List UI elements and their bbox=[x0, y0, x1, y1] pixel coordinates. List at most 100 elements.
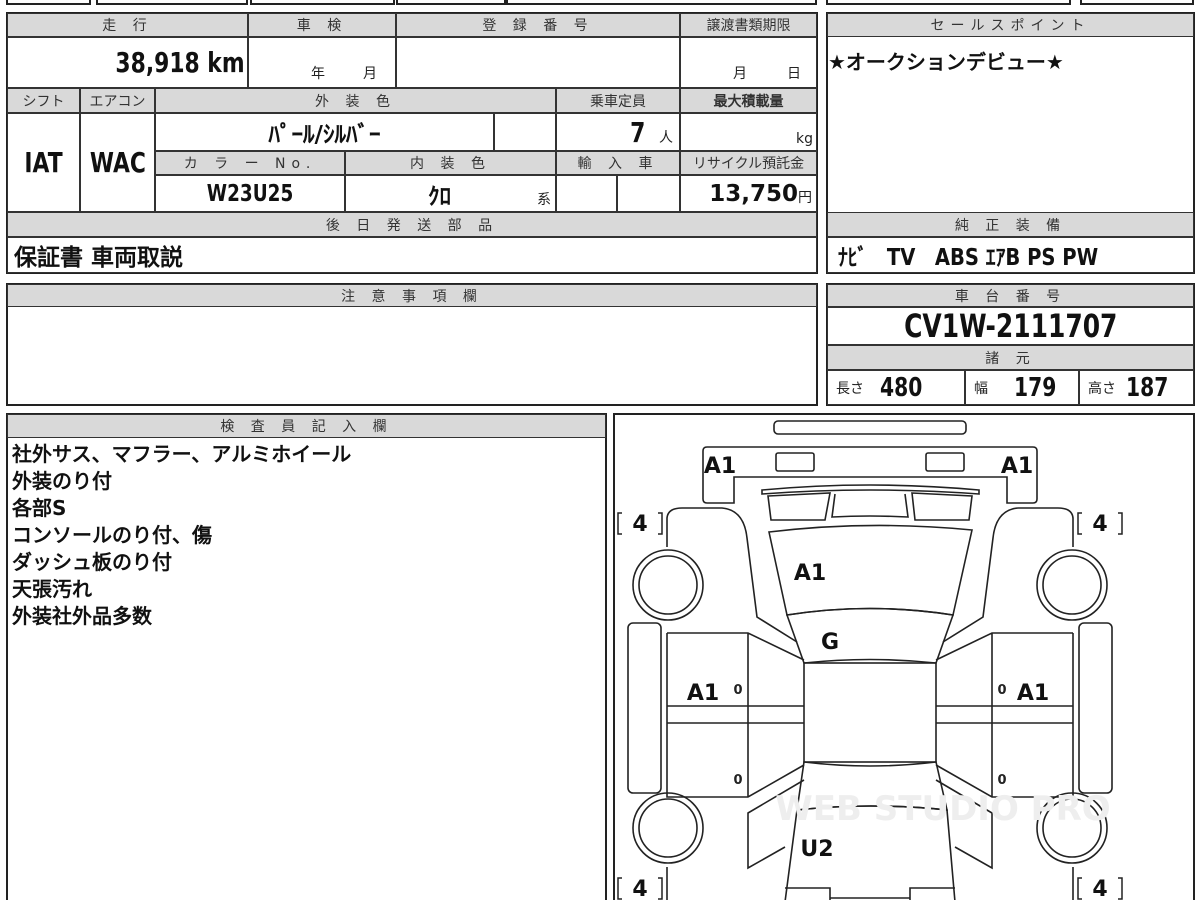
recycle-text: 13,750 bbox=[709, 180, 798, 207]
roof-outline bbox=[803, 662, 937, 763]
interior-color-label: 内 装 色 bbox=[345, 151, 556, 175]
recycle-value: 13,750 円 bbox=[680, 175, 817, 212]
top-cut-box bbox=[1080, 0, 1194, 5]
top-cut-box bbox=[250, 0, 395, 5]
later-parts-label: 後 日 発 送 部 品 bbox=[7, 212, 817, 237]
month-unit: 月 bbox=[363, 66, 377, 82]
aircon-text: WAC bbox=[89, 146, 146, 179]
tire-rear-right: 4 bbox=[1092, 877, 1107, 900]
sales-point-value: ★オークションデビュー★ bbox=[828, 50, 1064, 74]
height-value: 187 bbox=[1125, 372, 1169, 403]
aircon-value: WAC bbox=[80, 113, 155, 212]
grille-right bbox=[911, 492, 973, 521]
import-value-b bbox=[617, 175, 680, 212]
inspector-note: コンソールのり付、傷 bbox=[12, 523, 212, 547]
auction-sheet: 走 行 車 検 登 録 番 号 譲渡書類期限 38,918 km 年 月 月 日… bbox=[0, 0, 1200, 900]
top-cut-box bbox=[6, 0, 91, 5]
inspector-note: 社外サス、マフラー、アルミホイール bbox=[12, 442, 352, 466]
inspector-note: 各部S bbox=[12, 496, 67, 520]
registration-value bbox=[396, 37, 680, 88]
registration-label: 登 録 番 号 bbox=[396, 13, 680, 37]
mileage-label: 走 行 bbox=[7, 13, 248, 37]
mark-front-left-corner: A1 bbox=[704, 454, 736, 479]
mark-front-right-corner: A1 bbox=[1001, 454, 1033, 479]
max-load-value: kg bbox=[680, 113, 817, 151]
exterior-color-label: 外 装 色 bbox=[155, 88, 556, 113]
interior-color-text: ｸﾛ bbox=[428, 183, 451, 210]
inspector-note: 外装社外品多数 bbox=[12, 604, 152, 628]
front-fender-outline bbox=[666, 507, 798, 643]
front-wheel-inner bbox=[638, 555, 698, 615]
inspector-label: 検 査 員 記 入 欄 bbox=[7, 414, 606, 438]
chassis-value: CV1W-2111707 bbox=[827, 307, 1194, 345]
specs-label: 諸 元 bbox=[827, 345, 1194, 370]
mark-right-front-door: A1 bbox=[1017, 681, 1049, 706]
grille-left bbox=[767, 492, 831, 521]
inspector-notes: 社外サス、マフラー、アルミホイール 外装のり付 各部S コンソールのり付、傷 ダ… bbox=[12, 441, 351, 630]
top-cut-box bbox=[396, 0, 506, 5]
color-no-value: W23U25 bbox=[155, 175, 345, 212]
mark-windshield: G bbox=[821, 630, 839, 655]
capacity-value: 7 人 bbox=[556, 113, 680, 151]
grille-top bbox=[761, 484, 980, 495]
year-unit: 年 bbox=[311, 66, 325, 82]
chassis-label: 車 台 番 号 bbox=[827, 284, 1194, 307]
recycle-label: リサイクル預託金 bbox=[680, 151, 817, 175]
aircon-label: エアコン bbox=[80, 88, 155, 113]
import-value-a bbox=[556, 175, 617, 212]
door-mark-rf: 0 bbox=[997, 683, 1006, 698]
capacity-unit: 人 bbox=[659, 130, 673, 146]
watermark: WEB STUDIO PRO bbox=[775, 789, 1110, 829]
inspector-note: 天張汚れ bbox=[12, 577, 92, 601]
top-cut-box bbox=[96, 0, 248, 5]
headlight-right bbox=[925, 452, 965, 472]
caution-label: 注 意 事 項 欄 bbox=[7, 284, 817, 307]
mileage-text: 38,918 km bbox=[115, 46, 245, 79]
door-mark-lf: 0 bbox=[733, 683, 742, 698]
exterior-color-extra bbox=[494, 113, 556, 151]
sales-point-label: セールスポイント bbox=[827, 13, 1194, 37]
rear-wheel-inner bbox=[638, 798, 698, 858]
yen-unit: 円 bbox=[798, 190, 812, 206]
inspection-value: 年 月 bbox=[248, 37, 396, 88]
door-mark-lr: 0 bbox=[733, 773, 742, 788]
shift-label: シフト bbox=[7, 88, 80, 113]
kg-unit: kg bbox=[796, 131, 813, 147]
windshield-outline bbox=[785, 607, 955, 664]
day-unit: 日 bbox=[787, 66, 801, 82]
month-unit: 月 bbox=[733, 66, 747, 82]
length-cell: 長さ 480 bbox=[827, 370, 965, 405]
front-bumper-outline bbox=[702, 446, 1038, 504]
interior-color-value: ｸﾛ 系 bbox=[345, 175, 556, 212]
inspector-note: 外装のり付 bbox=[12, 469, 112, 493]
length-value: 480 bbox=[879, 372, 923, 403]
rear-wheel-outer bbox=[632, 792, 704, 864]
transfer-deadline-value: 月 日 bbox=[680, 37, 817, 88]
rear-bumper-outline bbox=[785, 887, 955, 900]
width-value: 179 bbox=[1013, 372, 1057, 403]
max-load-label: 最大積載量 bbox=[680, 88, 817, 113]
chassis-number: CV1W-2111707 bbox=[903, 307, 1118, 345]
color-no-label: カ ラ ー No. bbox=[155, 151, 345, 175]
shift-text: IAT bbox=[24, 146, 63, 179]
inspector-note: ダッシュ板のり付 bbox=[12, 550, 172, 574]
equipment-text: ﾅﾋﾞ TV ABS ｴｱB PS PW bbox=[838, 245, 1099, 271]
rear-spoiler-outline bbox=[773, 420, 967, 435]
inspection-label: 車 検 bbox=[248, 13, 396, 37]
top-cut-box bbox=[506, 0, 817, 5]
color-no-text: W23U25 bbox=[206, 180, 294, 207]
equipment-label: 純 正 装 備 bbox=[827, 212, 1194, 237]
transfer-deadline-label: 譲渡書類期限 bbox=[680, 13, 817, 37]
front-wheel-outer bbox=[632, 549, 704, 621]
later-parts-text: 保証書 車両取説 bbox=[14, 245, 184, 271]
mileage-value: 38,918 km bbox=[7, 37, 248, 88]
height-cell: 高さ 187 bbox=[1079, 370, 1194, 405]
import-label: 輸 入 車 bbox=[556, 151, 680, 175]
grille-center bbox=[831, 493, 909, 518]
capacity-label: 乗車定員 bbox=[556, 88, 680, 113]
mark-trunk: U2 bbox=[800, 837, 833, 862]
top-cut-box bbox=[826, 0, 1071, 5]
height-label: 高さ bbox=[1088, 380, 1116, 397]
length-label: 長さ bbox=[836, 380, 864, 397]
tire-front-left: 4 bbox=[632, 512, 647, 537]
